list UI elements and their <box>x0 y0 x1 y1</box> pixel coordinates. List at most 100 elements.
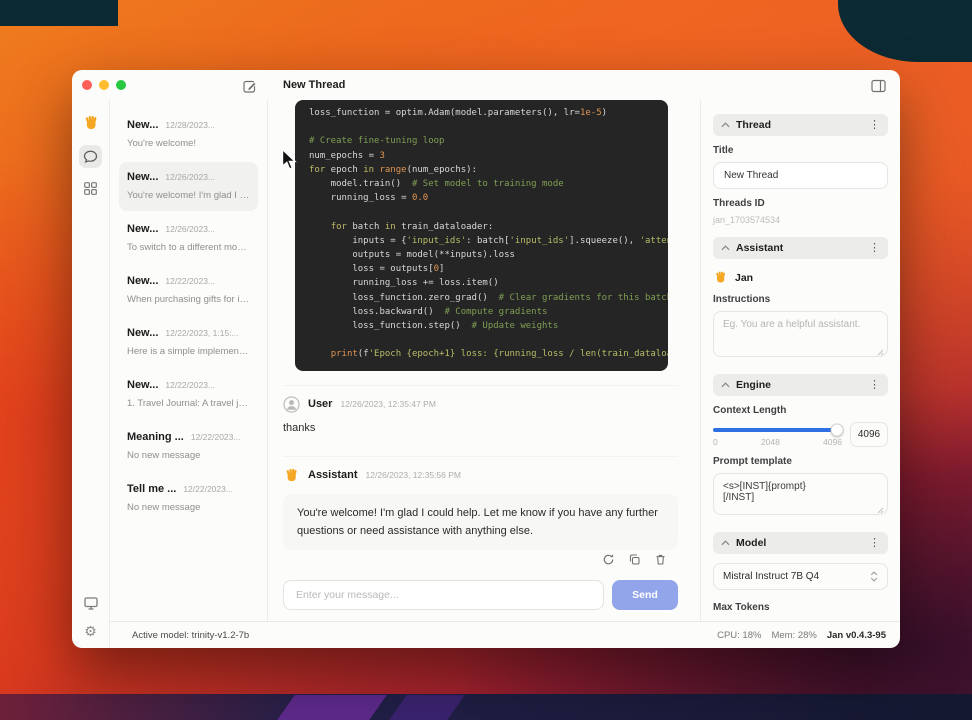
chevron-up-icon <box>721 122 730 128</box>
thread-list-item[interactable]: New... 12/22/2023... When purchasing gifts… <box>119 266 258 315</box>
thread-preview: 1. Travel Journal: A travel journ... <box>127 398 250 409</box>
thread-date: 12/26/2023... <box>165 224 216 234</box>
thread-date: 12/22/2023... <box>165 380 216 390</box>
code-line: print(f'Epoch {epoch+1} loss: {running_l… <box>330 349 668 360</box>
thread-item-header: New... 12/26/2023... <box>127 223 250 235</box>
traffic-lights <box>82 80 126 90</box>
send-button[interactable]: Send <box>612 579 678 610</box>
thread-list-item[interactable]: New... 12/28/2023... You're welcome! <box>119 110 258 159</box>
settings-gear-button[interactable]: ⚙ <box>84 624 97 638</box>
title-label: Title <box>713 145 734 156</box>
thread-title: New... <box>127 379 159 391</box>
user-message-header: User 12/26/2023, 12:35:47 PM <box>283 384 678 413</box>
code-line: outputs = model(**inputs).loss <box>309 250 515 261</box>
thread-list-item[interactable]: New... 12/22/2023, 1:15:... Here is a simp… <box>119 318 258 367</box>
thread-list-item[interactable]: Tell me ... 12/22/2023... No new message <box>119 474 258 523</box>
tick-label: 2048 <box>760 437 780 447</box>
thread-section-header[interactable]: Thread ⋮ <box>713 114 888 136</box>
thread-menu-button[interactable]: ⋮ <box>869 119 880 131</box>
system-monitor-button[interactable] <box>83 596 99 611</box>
code-line: running_loss += loss.item() <box>309 278 499 289</box>
app-window: New Thread ⚙ New... 12/28/2023... You're… <box>72 70 900 648</box>
code-line: running_loss = 0.0 <box>309 193 429 204</box>
message-actions <box>268 550 670 570</box>
thread-title: New... <box>127 119 159 131</box>
message-input[interactable] <box>283 579 604 610</box>
new-thread-compose-button[interactable] <box>240 76 260 96</box>
thread-list: New... 12/28/2023... You're welcome! New...… <box>110 100 268 621</box>
wallpaper-shape <box>0 694 972 720</box>
composer: Send <box>283 579 678 610</box>
section-title: Thread <box>736 119 772 131</box>
resize-grip-icon[interactable] <box>877 349 884 356</box>
thread-preview: To switch to a different model,... <box>127 242 250 253</box>
chevron-up-icon <box>721 540 730 546</box>
chat-column: loss_function = optim.Adam(model.paramet… <box>268 100 701 621</box>
thread-preview: No new message <box>127 450 201 461</box>
assistant-name: Jan <box>735 271 754 284</box>
context-length-control: 0 2048 4096 4096 <box>713 422 888 447</box>
prompt-template-label: Prompt template <box>713 456 792 467</box>
instructions-label: Instructions <box>713 294 771 305</box>
regenerate-button[interactable] <box>598 550 618 570</box>
minimize-button[interactable] <box>99 80 109 90</box>
section-title: Engine <box>736 379 772 391</box>
thread-date: 12/22/2023, 1:15:... <box>165 328 239 338</box>
assistant-menu-button[interactable]: ⋮ <box>869 242 880 254</box>
nav-hub-button[interactable] <box>83 181 98 196</box>
wallpaper-shape <box>277 695 387 720</box>
left-ribbon: ⚙ <box>72 100 110 648</box>
instructions-textarea[interactable] <box>713 311 888 357</box>
code-line: loss = outputs[0] <box>309 264 445 275</box>
thread-title: Tell me ... <box>127 483 177 495</box>
message-role: User <box>308 398 333 411</box>
close-button[interactable] <box>82 80 92 90</box>
thread-date: 12/22/2023... <box>183 484 233 494</box>
prompt-template-textarea[interactable]: <s>[INST]{prompt} [/INST] <box>713 473 888 515</box>
wallpaper-shape <box>0 0 118 26</box>
model-menu-button[interactable]: ⋮ <box>869 537 880 549</box>
context-length-value[interactable]: 4096 <box>850 422 888 447</box>
active-model-status: Active model: trinity-v1.2-7b <box>132 629 250 641</box>
thread-list-item[interactable]: New... 12/26/2023... You're welcome! I'm g… <box>119 162 258 211</box>
section-title: Model <box>736 537 767 549</box>
nav-chat-button[interactable] <box>79 145 102 168</box>
thread-item-header: New... 12/22/2023... <box>127 275 250 287</box>
cpu-status: CPU: 18% <box>717 629 762 641</box>
tick-label: 0 <box>713 437 718 447</box>
thread-preview: No new message <box>127 502 201 513</box>
regenerate-icon <box>603 554 613 565</box>
thread-title-input[interactable] <box>713 162 888 189</box>
code-line: loss_function = optim.Adam(model.paramet… <box>309 108 608 118</box>
zoom-button[interactable] <box>116 80 126 90</box>
assistant-hand-icon <box>716 271 726 283</box>
threads-id-label: Threads ID <box>713 198 765 209</box>
model-section-header[interactable]: Model ⋮ <box>713 532 888 554</box>
thread-title: New... <box>127 327 159 339</box>
thread-date: 12/28/2023... <box>165 120 216 130</box>
resize-grip-icon[interactable] <box>877 507 884 514</box>
max-tokens-label: Max Tokens <box>713 602 770 613</box>
engine-menu-button[interactable]: ⋮ <box>869 379 880 391</box>
thread-item-header: Meaning ... 12/22/2023... <box>127 431 250 443</box>
thread-title: New... <box>127 275 159 287</box>
thread-list-item[interactable]: Meaning ... 12/22/2023... No new message <box>119 422 258 471</box>
panel-toggle-icon <box>870 79 886 93</box>
thread-list-item[interactable]: New... 12/22/2023... 1. Travel Journal: A … <box>119 370 258 419</box>
right-panel-toggle-button[interactable] <box>868 76 888 96</box>
thread-title: Meaning ... <box>127 431 184 443</box>
model-select[interactable]: Mistral Instruct 7B Q4 <box>713 563 888 590</box>
slider-thumb[interactable] <box>830 423 844 437</box>
delete-button[interactable] <box>650 550 670 570</box>
thread-preview: You're welcome! I'm glad I cou... <box>127 190 250 201</box>
assistant-section-header[interactable]: Assistant ⋮ <box>713 237 888 259</box>
message-timestamp: 12/26/2023, 12:35:56 PM <box>365 470 461 481</box>
copy-button[interactable] <box>624 550 644 570</box>
app-version: Jan v0.4.3-95 <box>826 629 886 641</box>
status-bar: Active model: trinity-v1.2-7b CPU: 18% M… <box>110 621 900 648</box>
thread-list-item[interactable]: New... 12/26/2023... To switch to a differ… <box>119 214 258 263</box>
select-chevrons-icon <box>870 571 878 582</box>
engine-section-header[interactable]: Engine ⋮ <box>713 374 888 396</box>
context-length-slider[interactable] <box>713 423 844 437</box>
thread-preview: Here is a simple implementati... <box>127 346 250 357</box>
